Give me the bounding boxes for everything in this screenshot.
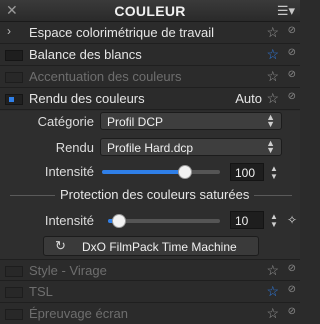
divider xyxy=(10,195,55,196)
favorite-star-icon[interactable]: ☆ xyxy=(266,24,279,41)
apply-icon[interactable]: ⊘ xyxy=(288,47,296,58)
enable-checkbox[interactable] xyxy=(5,50,23,61)
enable-checkbox[interactable] xyxy=(5,72,23,83)
row-style[interactable]: Style - Virage ☆ ⊘ xyxy=(0,259,300,281)
intensity-stepper[interactable]: ▲ ▼ xyxy=(270,165,278,181)
divider xyxy=(254,195,292,196)
row-label: Accentuation des couleurs xyxy=(29,69,182,84)
intensity-slider-fill xyxy=(102,170,185,174)
row-label: Balance des blancs xyxy=(29,47,142,62)
intensity-label: Intensité xyxy=(44,164,94,179)
apply-icon[interactable]: ⊘ xyxy=(288,91,296,102)
saturated-protection-title: Protection des couleurs saturées xyxy=(60,187,250,202)
select-arrows-icon: ▲ ▼ xyxy=(266,112,275,129)
favorite-star-icon[interactable]: ☆ xyxy=(266,305,279,322)
enable-checkbox[interactable] xyxy=(5,94,23,105)
category-select[interactable]: Profil DCP ▲ ▼ xyxy=(100,112,282,130)
saturation-stepper[interactable]: ▲ ▼ xyxy=(270,213,278,229)
row-label: TSL xyxy=(29,284,53,299)
history-icon: ↻ xyxy=(55,238,66,253)
row-tsl[interactable]: TSL ☆ ⊘ xyxy=(0,281,300,303)
row-rendering[interactable]: Rendu des couleurs Auto ☆ ⊘ xyxy=(0,88,300,110)
row-white-balance[interactable]: Balance des blancs ☆ ⊘ xyxy=(0,44,300,66)
palette-menu-icon[interactable]: ☰▾ xyxy=(277,3,295,19)
favorite-star-icon[interactable]: ☆ xyxy=(266,90,279,107)
palette-header: ✕ COULEUR ☰▾ xyxy=(0,0,300,22)
favorite-star-icon[interactable]: ☆ xyxy=(266,283,279,300)
category-value: Profil DCP xyxy=(107,115,164,129)
row-label: Style - Virage xyxy=(29,263,107,278)
intensity-slider-knob[interactable] xyxy=(178,165,192,179)
favorite-star-icon[interactable]: ☆ xyxy=(266,68,279,85)
render-label: Rendu xyxy=(55,140,94,155)
saturation-intensity-label: Intensité xyxy=(44,213,94,228)
intensity-slider[interactable] xyxy=(102,165,220,179)
row-workspace[interactable]: › Espace colorimétrique de travail ☆ ⊘ xyxy=(0,22,300,44)
row-label: Espace colorimétrique de travail xyxy=(29,25,214,40)
row-label: Épreuvage écran xyxy=(29,306,129,321)
palette-title: COULEUR xyxy=(114,3,186,19)
render-value: Profile Hard.dcp xyxy=(107,141,194,155)
apply-icon[interactable]: ⊘ xyxy=(288,263,296,274)
category-label: Catégorie xyxy=(37,114,94,129)
apply-icon[interactable]: ⊘ xyxy=(288,306,296,317)
saturated-protection-header: Protection des couleurs saturées xyxy=(0,187,300,203)
enable-checkbox[interactable] xyxy=(5,287,23,298)
row-label: Rendu des couleurs xyxy=(29,91,145,106)
apply-icon[interactable]: ⊘ xyxy=(288,25,296,36)
magic-wand-icon[interactable]: ✧ xyxy=(287,213,297,227)
enable-checkbox[interactable] xyxy=(5,266,23,277)
select-arrows-icon: ▲ ▼ xyxy=(266,138,275,155)
auto-mode-label[interactable]: Auto xyxy=(235,91,262,106)
filmpack-time-machine-button[interactable]: ↻ DxO FilmPack Time Machine xyxy=(43,236,259,256)
intensity-value-field[interactable]: 100 xyxy=(230,163,264,181)
saturation-slider-knob[interactable] xyxy=(112,214,126,228)
apply-icon[interactable]: ⊘ xyxy=(288,284,296,295)
favorite-star-icon[interactable]: ☆ xyxy=(266,46,279,63)
favorite-star-icon[interactable]: ☆ xyxy=(266,262,279,279)
apply-icon[interactable]: ⊘ xyxy=(288,69,296,80)
row-proofing[interactable]: Épreuvage écran ☆ ⊘ xyxy=(0,303,300,324)
saturation-intensity-slider[interactable] xyxy=(108,214,220,228)
chevron-right-icon[interactable]: › xyxy=(7,24,11,38)
filmpack-button-label: DxO FilmPack Time Machine xyxy=(82,240,237,254)
row-accentuation[interactable]: Accentuation des couleurs ☆ ⊘ xyxy=(0,66,300,88)
render-select[interactable]: Profile Hard.dcp ▲ ▼ xyxy=(100,138,282,156)
saturation-value-field[interactable]: 10 xyxy=(230,211,264,229)
enable-checkbox[interactable] xyxy=(5,309,23,320)
